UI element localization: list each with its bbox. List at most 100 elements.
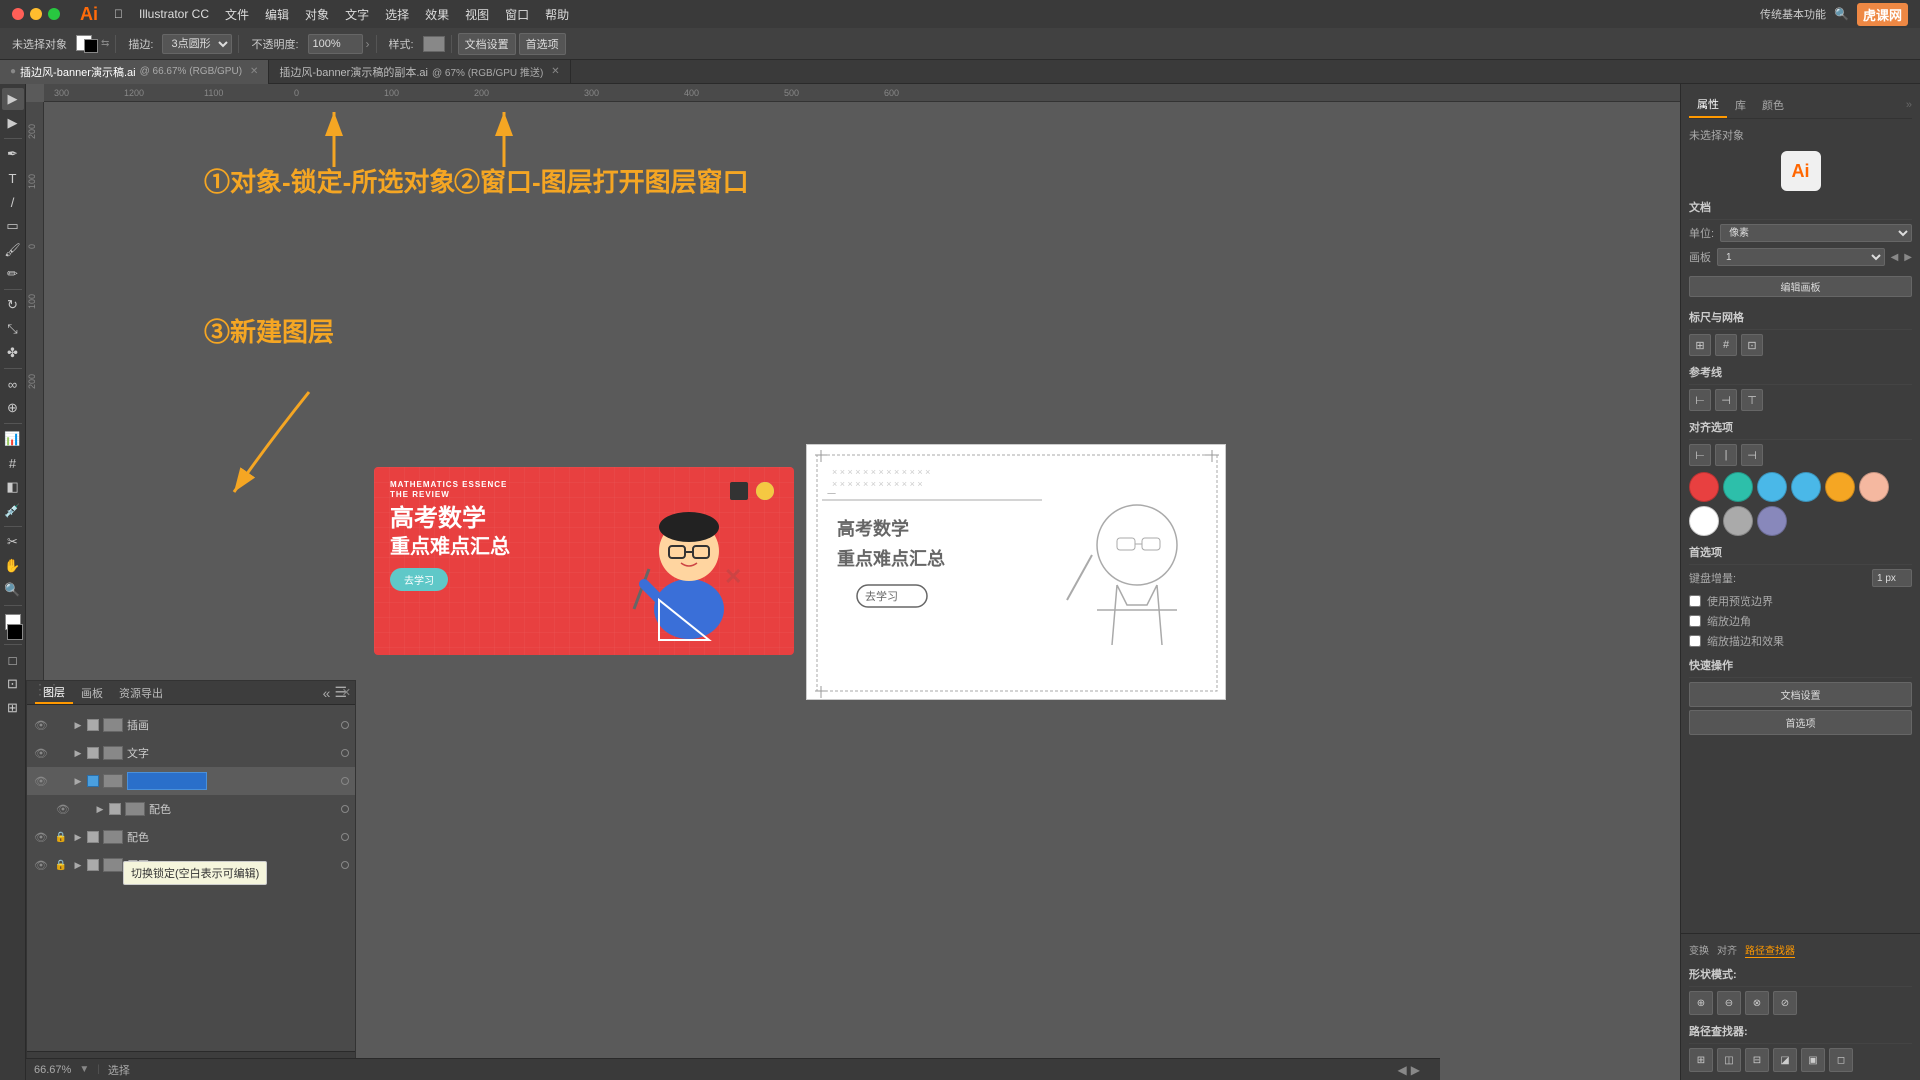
guide-btn2[interactable]: ⊣	[1715, 389, 1737, 411]
eyedropper-tool[interactable]: 💉	[2, 500, 24, 522]
artboard-tab[interactable]: 画板	[73, 681, 111, 704]
close-button[interactable]	[12, 8, 24, 20]
trim-btn[interactable]: ◫	[1717, 1048, 1741, 1072]
type-tool[interactable]: T	[2, 167, 24, 189]
layer-lock-illustration[interactable]	[53, 717, 69, 733]
layer-visibility-text[interactable]: 👁	[33, 745, 49, 761]
libraries-tab[interactable]: 库	[1727, 93, 1754, 117]
artboard-prev-icon[interactable]: ◀	[1891, 252, 1899, 263]
menu-effect[interactable]: 效果	[417, 6, 457, 23]
minus-back-btn[interactable]: ◻	[1829, 1048, 1853, 1072]
panel-collapse-icon[interactable]: «	[323, 685, 331, 701]
swatch-lightblue[interactable]	[1791, 472, 1821, 502]
layer-visibility-color[interactable]: 👁	[33, 829, 49, 845]
layer-visibility-color-sub[interactable]: 👁	[55, 801, 71, 817]
zoom-tool[interactable]: 🔍	[2, 579, 24, 601]
zoom-dropdown-icon[interactable]: ▼	[79, 1064, 89, 1075]
align-right-btn[interactable]: ⊣	[1741, 444, 1763, 466]
exclude-btn[interactable]: ⊘	[1773, 991, 1797, 1015]
keyboard-increment-input[interactable]	[1872, 569, 1912, 587]
swap-fill-stroke-icon[interactable]: ⇆	[101, 38, 109, 49]
draw-mode-normal[interactable]: □	[2, 649, 24, 671]
search-icon[interactable]: 🔍	[1834, 7, 1849, 21]
layer-row-text[interactable]: 👁 ▶ 文字	[27, 739, 355, 767]
menu-edit[interactable]: 编辑	[257, 6, 297, 23]
preferences-shortcut-button[interactable]: 首选项	[1689, 710, 1912, 735]
snap-toggle-btn[interactable]: ⊡	[1741, 334, 1763, 356]
layer-visibility-editing[interactable]: 👁	[33, 773, 49, 789]
blend-tool[interactable]: ∞	[2, 373, 24, 395]
draw-mode-behind[interactable]: ⊡	[2, 673, 24, 695]
opacity-input[interactable]	[308, 34, 363, 54]
minus-front-btn[interactable]: ⊖	[1717, 991, 1741, 1015]
layer-lock-color-sub[interactable]	[75, 801, 91, 817]
scale-checkbox[interactable]	[1689, 635, 1701, 647]
layer-row-illustration[interactable]: 👁 ▶ 插画	[27, 711, 355, 739]
doc-settings-button[interactable]: 文档设置	[458, 33, 516, 55]
unite-btn[interactable]: ⊕	[1689, 991, 1713, 1015]
menu-window[interactable]: 窗口	[497, 6, 537, 23]
layer-lock-original[interactable]: 🔒	[53, 857, 69, 873]
layer-row-original[interactable]: 👁 🔒 ▶ 原图	[27, 851, 355, 879]
style-swatch[interactable]	[423, 36, 445, 52]
swatch-orange[interactable]	[1825, 472, 1855, 502]
maximize-button[interactable]	[48, 8, 60, 20]
select-tool[interactable]: ▶	[2, 88, 24, 110]
color-tab[interactable]: 颜色	[1754, 93, 1792, 117]
swatch-blue[interactable]	[1757, 472, 1787, 502]
layer-lock-editing[interactable]	[53, 773, 69, 789]
banner-cta-button[interactable]: 去学习	[390, 568, 448, 591]
tab-main[interactable]: ● 插边风-banner演示稿.ai @ 66.67% (RGB/GPU) ✕	[0, 60, 269, 84]
layer-expand-illustration[interactable]: ▶	[73, 720, 83, 730]
transform-tab[interactable]: 变换	[1689, 942, 1709, 958]
ruler-toggle-btn[interactable]: ⊞	[1689, 334, 1711, 356]
line-tool[interactable]: /	[2, 191, 24, 213]
direct-select-tool[interactable]: ▶	[2, 112, 24, 134]
menu-type[interactable]: 文字	[337, 6, 377, 23]
layer-visibility-illustration[interactable]: 👁	[33, 717, 49, 733]
round-checkbox[interactable]	[1689, 615, 1701, 627]
change-screen-mode[interactable]: ⊞	[2, 697, 24, 719]
layer-row-color-scheme-sub[interactable]: 👁 ▶ 配色	[27, 795, 355, 823]
guide-btn3[interactable]: ⊤	[1741, 389, 1763, 411]
pen-tool[interactable]: ✒	[2, 143, 24, 165]
artboard-select[interactable]: 1 2	[1717, 248, 1885, 266]
layer-expand-text[interactable]: ▶	[73, 748, 83, 758]
menu-select[interactable]: 选择	[377, 6, 417, 23]
menu-help[interactable]: 帮助	[537, 6, 577, 23]
swatch-teal[interactable]	[1723, 472, 1753, 502]
menu-apple[interactable]: 	[106, 7, 131, 21]
minimize-button[interactable]	[30, 8, 42, 20]
tab-copy[interactable]: 插边风-banner演示稿的副本.ai @ 67% (RGB/GPU 推送) ✕	[269, 60, 570, 84]
tab-close-icon[interactable]: ✕	[250, 66, 258, 77]
edit-artboard-button[interactable]: 编辑画板	[1689, 276, 1912, 297]
hand-tool[interactable]: ✋	[2, 555, 24, 577]
fill-color-box[interactable]	[76, 35, 98, 53]
scale-tool[interactable]: ⤡	[2, 318, 24, 340]
properties-tab[interactable]: 属性	[1689, 92, 1727, 118]
prev-arrow-icon[interactable]: ◀	[1398, 1063, 1407, 1077]
scissors-tool[interactable]: ✂	[2, 531, 24, 553]
puppet-warp-tool[interactable]: ✤	[2, 342, 24, 364]
swatch-lavender[interactable]	[1757, 506, 1787, 536]
rect-tool[interactable]: ▭	[2, 215, 24, 237]
paintbrush-tool[interactable]: 🖌	[2, 239, 24, 261]
crop-btn[interactable]: ◪	[1773, 1048, 1797, 1072]
swatch-peach[interactable]	[1859, 472, 1889, 502]
layer-expand-color[interactable]: ▶	[73, 832, 83, 842]
layer-expand-original[interactable]: ▶	[73, 860, 83, 870]
gradient-tool[interactable]: ◧	[2, 476, 24, 498]
doc-settings-shortcut-button[interactable]: 文档设置	[1689, 682, 1912, 707]
merge-btn[interactable]: ⊟	[1745, 1048, 1769, 1072]
layer-lock-color[interactable]: 🔒	[53, 829, 69, 845]
snap-checkbox[interactable]	[1689, 595, 1701, 607]
align-left-btn[interactable]: ⊢	[1689, 444, 1711, 466]
stroke-type-select[interactable]: 3点圆形	[162, 34, 232, 54]
canvas-area[interactable]: 300 1200 1100 0 100 200 300 400 500 600 …	[26, 84, 1680, 1080]
pathfinder-tab[interactable]: 路径查找器	[1745, 942, 1795, 958]
layer-row-color-scheme[interactable]: 👁 🔒 ▶ 配色	[27, 823, 355, 851]
menu-illustrator[interactable]: Illustrator CC	[131, 7, 217, 21]
intersect-btn[interactable]: ⊗	[1745, 991, 1769, 1015]
menu-view[interactable]: 视图	[457, 6, 497, 23]
layer-visibility-original[interactable]: 👁	[33, 857, 49, 873]
